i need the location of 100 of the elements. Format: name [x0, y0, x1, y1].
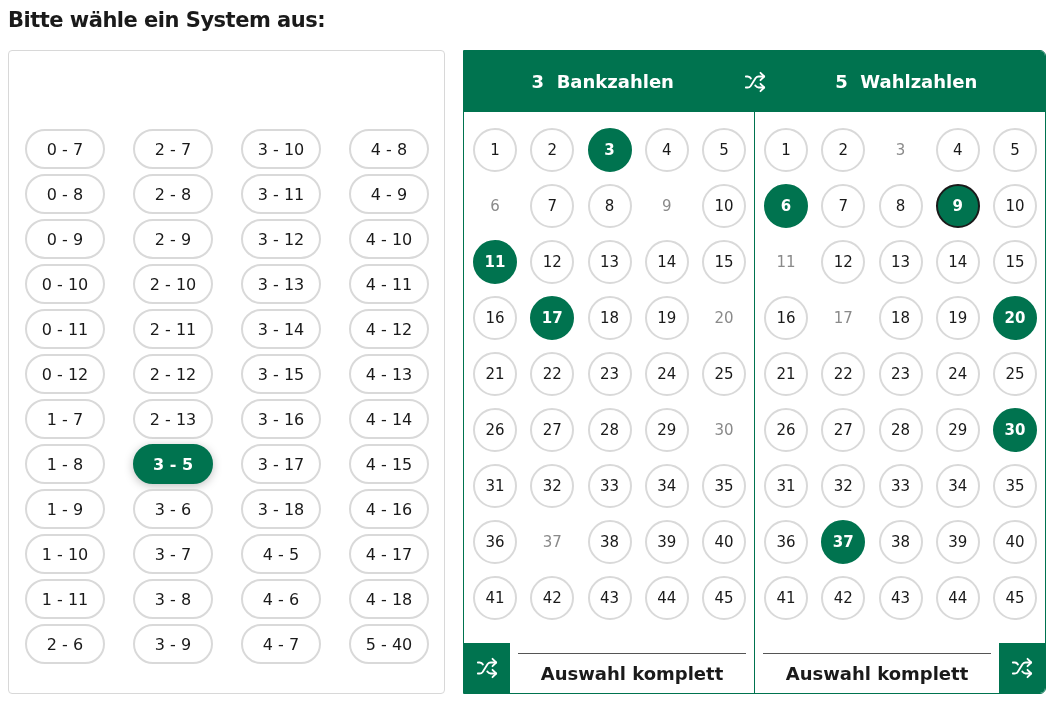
- number-ball[interactable]: 7: [530, 184, 575, 228]
- system-option[interactable]: 3 - 16: [241, 399, 321, 439]
- number-ball[interactable]: 6: [764, 184, 808, 228]
- number-ball[interactable]: 15: [702, 240, 746, 284]
- number-ball[interactable]: 38: [878, 520, 923, 564]
- number-ball[interactable]: 32: [821, 464, 866, 508]
- system-option[interactable]: 1 - 8: [25, 444, 105, 484]
- system-option[interactable]: 4 - 7: [241, 624, 321, 664]
- number-ball[interactable]: 38: [587, 520, 632, 564]
- system-option[interactable]: 1 - 9: [25, 489, 105, 529]
- system-option[interactable]: 3 - 17: [241, 444, 321, 484]
- number-ball[interactable]: 5: [993, 128, 1037, 172]
- system-option[interactable]: 4 - 17: [349, 534, 429, 574]
- system-option[interactable]: 0 - 8: [25, 174, 105, 214]
- number-ball[interactable]: 11: [473, 240, 517, 284]
- number-ball[interactable]: 27: [821, 408, 866, 452]
- number-ball[interactable]: 35: [993, 464, 1037, 508]
- number-ball[interactable]: 19: [935, 296, 980, 340]
- number-ball[interactable]: 35: [702, 464, 746, 508]
- number-ball[interactable]: 22: [530, 352, 575, 396]
- system-option[interactable]: 4 - 14: [349, 399, 429, 439]
- number-ball[interactable]: 37: [821, 520, 866, 564]
- number-ball[interactable]: 36: [473, 520, 517, 564]
- number-ball[interactable]: 12: [821, 240, 866, 284]
- number-ball[interactable]: 4: [935, 128, 980, 172]
- number-ball[interactable]: 45: [702, 576, 746, 620]
- number-ball[interactable]: 5: [702, 128, 746, 172]
- number-ball[interactable]: 8: [587, 184, 632, 228]
- system-option[interactable]: 4 - 15: [349, 444, 429, 484]
- shuffle-icon[interactable]: [743, 70, 766, 93]
- number-ball[interactable]: 25: [993, 352, 1037, 396]
- number-ball[interactable]: 7: [821, 184, 866, 228]
- system-option[interactable]: 1 - 11: [25, 579, 105, 619]
- system-option[interactable]: 4 - 12: [349, 309, 429, 349]
- system-option[interactable]: 1 - 10: [25, 534, 105, 574]
- system-option[interactable]: 2 - 10: [133, 264, 213, 304]
- number-ball[interactable]: 30: [993, 408, 1037, 452]
- number-ball[interactable]: 27: [530, 408, 575, 452]
- system-option[interactable]: 2 - 7: [133, 129, 213, 169]
- system-option[interactable]: 4 - 13: [349, 354, 429, 394]
- number-ball[interactable]: 40: [702, 520, 746, 564]
- number-ball[interactable]: 29: [644, 408, 689, 452]
- number-ball[interactable]: 32: [530, 464, 575, 508]
- shuffle-button[interactable]: [464, 643, 510, 693]
- number-ball[interactable]: 36: [764, 520, 808, 564]
- system-option[interactable]: 3 - 9: [133, 624, 213, 664]
- number-ball[interactable]: 39: [644, 520, 689, 564]
- system-option[interactable]: 0 - 9: [25, 219, 105, 259]
- system-option[interactable]: 3 - 5: [133, 444, 213, 484]
- system-option[interactable]: 4 - 18: [349, 579, 429, 619]
- number-ball[interactable]: 28: [878, 408, 923, 452]
- number-ball[interactable]: 28: [587, 408, 632, 452]
- number-ball[interactable]: 4: [644, 128, 689, 172]
- system-option[interactable]: 2 - 6: [25, 624, 105, 664]
- system-option[interactable]: 2 - 11: [133, 309, 213, 349]
- system-option[interactable]: 4 - 16: [349, 489, 429, 529]
- system-option[interactable]: 4 - 10: [349, 219, 429, 259]
- number-ball[interactable]: 10: [702, 184, 746, 228]
- number-ball[interactable]: 22: [821, 352, 866, 396]
- number-ball[interactable]: 39: [935, 520, 980, 564]
- number-ball[interactable]: 1: [473, 128, 517, 172]
- system-option[interactable]: 3 - 13: [241, 264, 321, 304]
- system-option[interactable]: 3 - 11: [241, 174, 321, 214]
- system-option[interactable]: 4 - 6: [241, 579, 321, 619]
- number-ball[interactable]: 33: [587, 464, 632, 508]
- number-ball[interactable]: 25: [702, 352, 746, 396]
- system-option[interactable]: 4 - 5: [241, 534, 321, 574]
- number-ball[interactable]: 18: [878, 296, 923, 340]
- number-ball[interactable]: 41: [764, 576, 808, 620]
- number-ball[interactable]: 42: [821, 576, 866, 620]
- number-ball[interactable]: 16: [473, 296, 517, 340]
- number-ball[interactable]: 34: [935, 464, 980, 508]
- number-ball[interactable]: 24: [644, 352, 689, 396]
- system-option[interactable]: 3 - 18: [241, 489, 321, 529]
- number-ball[interactable]: 23: [587, 352, 632, 396]
- number-ball[interactable]: 3: [587, 128, 632, 172]
- number-ball[interactable]: 45: [993, 576, 1037, 620]
- system-option[interactable]: 3 - 6: [133, 489, 213, 529]
- system-option[interactable]: 0 - 7: [25, 129, 105, 169]
- number-ball[interactable]: 15: [993, 240, 1037, 284]
- system-option[interactable]: 2 - 8: [133, 174, 213, 214]
- system-option[interactable]: 3 - 15: [241, 354, 321, 394]
- number-ball[interactable]: 23: [878, 352, 923, 396]
- number-ball[interactable]: 8: [878, 184, 923, 228]
- system-option[interactable]: 4 - 8: [349, 129, 429, 169]
- system-option[interactable]: 2 - 13: [133, 399, 213, 439]
- number-ball[interactable]: 20: [993, 296, 1037, 340]
- system-option[interactable]: 3 - 10: [241, 129, 321, 169]
- system-option[interactable]: 4 - 11: [349, 264, 429, 304]
- system-option[interactable]: 0 - 12: [25, 354, 105, 394]
- system-option[interactable]: 3 - 14: [241, 309, 321, 349]
- number-ball[interactable]: 1: [764, 128, 808, 172]
- number-ball[interactable]: 41: [473, 576, 517, 620]
- number-ball[interactable]: 13: [587, 240, 632, 284]
- number-ball[interactable]: 26: [473, 408, 517, 452]
- number-ball[interactable]: 14: [644, 240, 689, 284]
- system-option[interactable]: 1 - 7: [25, 399, 105, 439]
- number-ball[interactable]: 42: [530, 576, 575, 620]
- number-ball[interactable]: 43: [878, 576, 923, 620]
- number-ball[interactable]: 43: [587, 576, 632, 620]
